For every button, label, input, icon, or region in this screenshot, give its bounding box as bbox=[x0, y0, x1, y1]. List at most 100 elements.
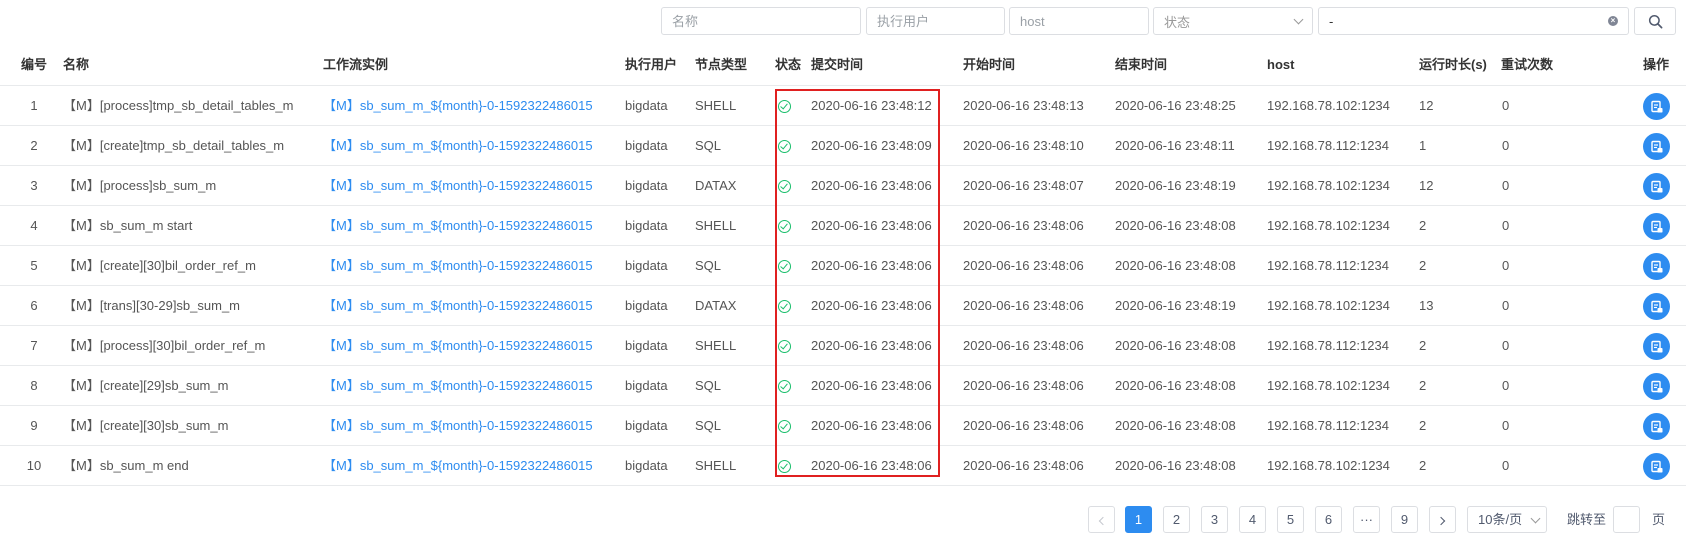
cell-node-type: SQL bbox=[695, 138, 722, 153]
cell-workflow-link[interactable]: 【M】sb_sum_m_${month}-0-1592322486015 bbox=[323, 206, 593, 246]
cell-submit-time: 2020-06-16 23:48:06 bbox=[811, 218, 932, 233]
page-button-5[interactable]: 5 bbox=[1277, 506, 1304, 533]
name-filter[interactable] bbox=[661, 7, 861, 35]
host-filter[interactable] bbox=[1009, 7, 1149, 35]
page-ellipsis[interactable]: ··· bbox=[1353, 506, 1380, 533]
cell-workflow-link[interactable]: 【M】sb_sum_m_${month}-0-1592322486015 bbox=[323, 326, 593, 366]
col-header-end-time: 结束时间 bbox=[1115, 57, 1168, 72]
cell-node-type: SQL bbox=[695, 378, 722, 393]
log-icon bbox=[1650, 340, 1662, 352]
cell-start-time: 2020-06-16 23:48:06 bbox=[963, 338, 1084, 353]
cell-id: 7 bbox=[30, 338, 38, 353]
cell-id: 10 bbox=[26, 458, 42, 473]
cell-start-time: 2020-06-16 23:48:10 bbox=[963, 138, 1084, 153]
view-log-button[interactable] bbox=[1643, 293, 1670, 320]
success-status-icon bbox=[778, 140, 791, 153]
success-status-icon bbox=[778, 300, 791, 313]
cell-host: 192.168.78.102:1234 bbox=[1267, 178, 1390, 193]
cell-retries: 0 bbox=[1502, 258, 1510, 273]
cell-workflow-link[interactable]: 【M】sb_sum_m_${month}-0-1592322486015 bbox=[323, 246, 593, 286]
table-row: 9 【M】[create][30]sb_sum_m 【M】sb_sum_m_${mo… bbox=[0, 406, 1686, 446]
cell-id: 2 bbox=[30, 138, 38, 153]
view-log-button[interactable] bbox=[1643, 453, 1670, 480]
cell-user: bigdata bbox=[625, 418, 668, 433]
cell-end-time: 2020-06-16 23:48:19 bbox=[1115, 298, 1236, 313]
name-filter-input[interactable] bbox=[672, 13, 850, 29]
cell-duration: 2 bbox=[1419, 458, 1427, 473]
cell-end-time: 2020-06-16 23:48:08 bbox=[1115, 418, 1236, 433]
log-icon bbox=[1650, 380, 1662, 392]
cell-retries: 0 bbox=[1502, 338, 1510, 353]
col-header-user: 执行用户 bbox=[625, 57, 678, 72]
cell-workflow-link[interactable]: 【M】sb_sum_m_${month}-0-1592322486015 bbox=[323, 406, 593, 446]
cell-start-time: 2020-06-16 23:48:06 bbox=[963, 218, 1084, 233]
view-log-button[interactable] bbox=[1643, 333, 1670, 360]
prev-page-button[interactable] bbox=[1088, 506, 1115, 533]
cell-workflow-link[interactable]: 【M】sb_sum_m_${month}-0-1592322486015 bbox=[323, 126, 593, 166]
page-size-select[interactable]: 10条/页 bbox=[1467, 506, 1547, 533]
cell-name: 【M】[create][30]bil_order_ref_m bbox=[63, 258, 256, 273]
page-button-2[interactable]: 2 bbox=[1163, 506, 1190, 533]
status-select[interactable]: 状态 bbox=[1153, 7, 1313, 35]
cell-submit-time: 2020-06-16 23:48:06 bbox=[811, 178, 932, 193]
cell-host: 192.168.78.112:1234 bbox=[1267, 338, 1389, 353]
success-status-icon bbox=[778, 220, 791, 233]
date-range-separator: - bbox=[1329, 13, 1334, 29]
log-icon bbox=[1650, 260, 1662, 272]
col-header-duration: 运行时长(s) bbox=[1419, 57, 1487, 72]
clear-icon[interactable]: × bbox=[1608, 16, 1618, 26]
page-button-9[interactable]: 9 bbox=[1391, 506, 1418, 533]
cell-start-time: 2020-06-16 23:48:13 bbox=[963, 98, 1084, 113]
success-status-icon bbox=[778, 100, 791, 113]
date-range-picker[interactable]: - × bbox=[1318, 7, 1629, 35]
cell-node-type: DATAX bbox=[695, 298, 737, 313]
cell-end-time: 2020-06-16 23:48:08 bbox=[1115, 338, 1236, 353]
cell-workflow-link[interactable]: 【M】sb_sum_m_${month}-0-1592322486015 bbox=[323, 446, 593, 486]
cell-start-time: 2020-06-16 23:48:06 bbox=[963, 378, 1084, 393]
jump-label: 跳转至 bbox=[1567, 512, 1607, 527]
cell-duration: 2 bbox=[1419, 378, 1427, 393]
page-button-4[interactable]: 4 bbox=[1239, 506, 1266, 533]
cell-retries: 0 bbox=[1502, 458, 1510, 473]
jump-page-input[interactable] bbox=[1613, 506, 1640, 533]
cell-retries: 0 bbox=[1502, 218, 1510, 233]
view-log-button[interactable] bbox=[1643, 253, 1670, 280]
page-button-6[interactable]: 6 bbox=[1315, 506, 1342, 533]
table-row: 4 【M】sb_sum_m start 【M】sb_sum_m_${month}-0… bbox=[0, 206, 1686, 246]
col-header-type: 节点类型 bbox=[695, 57, 748, 72]
cell-end-time: 2020-06-16 23:48:08 bbox=[1115, 218, 1236, 233]
log-icon bbox=[1650, 180, 1662, 192]
host-filter-input[interactable] bbox=[1020, 13, 1138, 29]
cell-workflow-link[interactable]: 【M】sb_sum_m_${month}-0-1592322486015 bbox=[323, 166, 593, 206]
cell-user: bigdata bbox=[625, 298, 668, 313]
page-button-3[interactable]: 3 bbox=[1201, 506, 1228, 533]
view-log-button[interactable] bbox=[1643, 173, 1670, 200]
next-page-button[interactable] bbox=[1429, 506, 1456, 533]
user-filter[interactable] bbox=[866, 7, 1005, 35]
cell-submit-time: 2020-06-16 23:48:06 bbox=[811, 418, 932, 433]
cell-workflow-link[interactable]: 【M】sb_sum_m_${month}-0-1592322486015 bbox=[323, 366, 593, 406]
page-button-1[interactable]: 1 bbox=[1125, 506, 1152, 533]
view-log-button[interactable] bbox=[1643, 93, 1670, 120]
search-button[interactable] bbox=[1634, 7, 1676, 35]
cell-user: bigdata bbox=[625, 178, 668, 193]
cell-user: bigdata bbox=[625, 458, 668, 473]
cell-host: 192.168.78.102:1234 bbox=[1267, 218, 1390, 233]
cell-host: 192.168.78.102:1234 bbox=[1267, 98, 1390, 113]
cell-workflow-link[interactable]: 【M】sb_sum_m_${month}-0-1592322486015 bbox=[323, 86, 593, 126]
col-header-host: host bbox=[1267, 57, 1295, 72]
view-log-button[interactable] bbox=[1643, 413, 1670, 440]
view-log-button[interactable] bbox=[1643, 373, 1670, 400]
cell-retries: 0 bbox=[1502, 378, 1510, 393]
cell-node-type: SHELL bbox=[695, 458, 737, 473]
view-log-button[interactable] bbox=[1643, 133, 1670, 160]
user-filter-input[interactable] bbox=[877, 13, 994, 29]
cell-name: 【M】[process]sb_sum_m bbox=[63, 178, 217, 193]
view-log-button[interactable] bbox=[1643, 213, 1670, 240]
cell-node-type: SQL bbox=[695, 418, 722, 433]
cell-duration: 12 bbox=[1419, 178, 1434, 193]
cell-host: 192.168.78.112:1234 bbox=[1267, 138, 1389, 153]
cell-user: bigdata bbox=[625, 218, 668, 233]
cell-workflow-link[interactable]: 【M】sb_sum_m_${month}-0-1592322486015 bbox=[323, 286, 593, 326]
cell-start-time: 2020-06-16 23:48:06 bbox=[963, 258, 1084, 273]
